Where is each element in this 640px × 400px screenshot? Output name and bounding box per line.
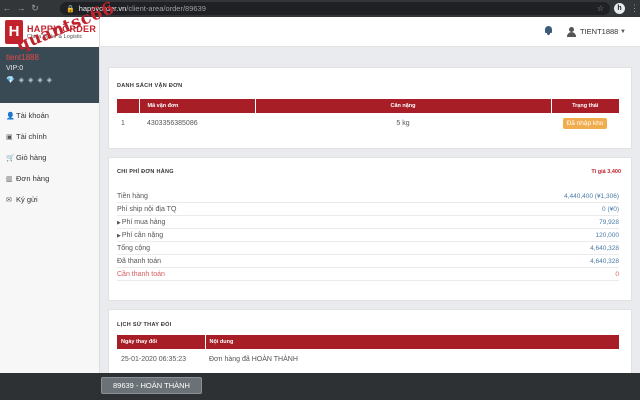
- header-username[interactable]: TIENT1888: [580, 26, 618, 38]
- bottom-status-bar: 89639 - HOÀN THÀNH: [0, 373, 640, 400]
- cost-value: 0: [602, 205, 606, 213]
- table-row: 25-01-2020 06:35:23 Đơn hàng đã HOÀN THÀ…: [117, 349, 619, 369]
- cost-value: 4,640,328: [590, 257, 619, 265]
- history-content: Đơn hàng đã HOÀN THÀNH: [209, 355, 298, 363]
- shipments-table: Mã vận đơn Cân nặng Trạng thái 1 4303356…: [117, 99, 619, 133]
- tracking-code: 4303356385086: [147, 119, 198, 127]
- user-avatar-icon[interactable]: [567, 27, 576, 37]
- caret-down-icon[interactable]: ▼: [620, 26, 626, 38]
- back-icon[interactable]: ←: [0, 0, 14, 17]
- sidebar: H HAPPY ORDER China Order & Logistic qua…: [0, 0, 118, 400]
- weight-value: 5 kg: [396, 119, 410, 127]
- user-icon: 👤: [6, 112, 15, 120]
- row-index: 1: [121, 119, 125, 127]
- url-path: /client-area/order/89639: [126, 4, 206, 13]
- user-panel: tient1888 VIP:0 💎 ◈ ◈ ◈ ◈: [0, 47, 99, 103]
- cost-extra: (¥0): [607, 205, 619, 213]
- cost-label: Tổng cộng: [117, 244, 151, 252]
- shipments-card: Danh sách vận đơn Mã vận đơn Cân nặng Tr…: [108, 67, 632, 149]
- costs-title: Chi phí đơn hàng: [117, 169, 174, 175]
- history-date: 25-01-2020 06:35:23: [121, 355, 186, 363]
- cost-row-domestic-ship: Phí ship nội địa TQ 0 (¥0): [117, 203, 619, 216]
- vip-gems-icon: 💎 ◈ ◈ ◈ ◈: [6, 77, 54, 84]
- brand-logo[interactable]: H HAPPY ORDER China Order & Logistic qua…: [0, 0, 118, 56]
- caret-right-icon: ▶: [117, 232, 121, 239]
- sidebar-item-account[interactable]: 👤 Tài khoản: [0, 105, 99, 126]
- column-header: Mã vận đơn: [139, 99, 256, 113]
- address-bar[interactable]: 🔒 happyorder.vn /client-area/order/89639…: [60, 2, 610, 15]
- cost-row-due: Cần thanh toán 0: [117, 268, 619, 281]
- shipments-title: Danh sách vận đơn: [117, 83, 183, 89]
- sidebar-username[interactable]: tient1888: [6, 53, 93, 62]
- sidebar-item-finance[interactable]: ▣ Tài chính: [0, 126, 99, 147]
- chart-icon: ▥: [6, 175, 13, 183]
- order-status-button[interactable]: 89639 - HOÀN THÀNH: [101, 377, 202, 394]
- sidebar-item-label: Giỏ hàng: [16, 153, 47, 162]
- history-table: Ngày thay đổi Nội dung 25-01-2020 06:35:…: [117, 335, 619, 369]
- sidebar-item-label: Tài khoản: [16, 111, 49, 120]
- cost-extra: (¥1,306): [594, 192, 619, 200]
- sidebar-item-label: Ký gửi: [16, 195, 38, 204]
- costs-card: Chi phí đơn hàng Tỉ giá 3,400 Tiền hàng …: [108, 157, 632, 301]
- sidebar-item-cart[interactable]: 🛒 Giỏ hàng: [0, 147, 99, 168]
- cost-value: 120,000: [595, 231, 620, 239]
- sidebar-item-label: Tài chính: [16, 132, 47, 141]
- sidebar-item-consign[interactable]: ✉ Ký gửi: [0, 189, 99, 210]
- column-header: Nội dung: [205, 335, 619, 349]
- browser-profile-avatar[interactable]: h: [614, 3, 625, 14]
- cost-label: Cần thanh toán: [117, 270, 165, 278]
- cost-row-goods: Tiền hàng 4,440,400 (¥1,306): [117, 190, 619, 203]
- history-card: Lịch sử thay đổi Ngày thay đổi Nội dung …: [108, 309, 632, 379]
- sidebar-item-label: Đơn hàng: [16, 174, 50, 183]
- column-header: Cân nặng: [255, 99, 552, 113]
- history-title: Lịch sử thay đổi: [117, 322, 172, 328]
- cost-row-paid: Đã thanh toán 4,640,328: [117, 255, 619, 268]
- bookmark-star-icon[interactable]: ☆: [597, 2, 604, 15]
- cost-label: Đã thanh toán: [117, 257, 161, 265]
- cart-icon: 🛒: [6, 154, 15, 162]
- lock-icon: 🔒: [66, 5, 75, 13]
- exchange-rate: Tỉ giá 3,400: [591, 169, 621, 175]
- reload-icon[interactable]: ↻: [28, 0, 42, 17]
- browser-menu-icon[interactable]: ⋮: [630, 0, 639, 17]
- cost-value: 4,640,328: [590, 244, 619, 252]
- cost-label: Phí mua hàng: [121, 218, 166, 226]
- bell-icon[interactable]: [544, 26, 553, 36]
- vip-level: VIP:0: [6, 65, 24, 72]
- cost-label: Tiền hàng: [117, 192, 148, 200]
- cost-label: Phí cân nặng: [121, 231, 164, 239]
- cost-row-weight-fee[interactable]: ▶Phí cân nặng 120,000: [117, 229, 619, 242]
- top-header: TIENT1888 ▼: [100, 17, 640, 47]
- sidebar-item-orders[interactable]: ▥ Đơn hàng: [0, 168, 99, 189]
- cost-value: 79,928: [599, 218, 619, 226]
- cost-value: 4,440,400: [564, 192, 593, 200]
- forward-icon[interactable]: →: [14, 0, 28, 17]
- cost-label: Phí ship nội địa TQ: [117, 205, 177, 213]
- cost-row-total: Tổng cộng 4,640,328: [117, 242, 619, 255]
- column-header: [117, 99, 140, 113]
- cost-row-purchase-fee[interactable]: ▶Phí mua hàng 79,928: [117, 216, 619, 229]
- status-badge: Đã nhập kho: [562, 117, 608, 129]
- table-row: 1 4303356385086 5 kg Đã nhập kho: [117, 113, 619, 133]
- column-header: Ngày thay đổi: [117, 335, 206, 349]
- cost-list: Tiền hàng 4,440,400 (¥1,306) Phí ship nộ…: [117, 190, 619, 281]
- caret-right-icon: ▶: [117, 219, 121, 226]
- column-header: Trạng thái: [551, 99, 619, 113]
- cost-value: 0: [615, 270, 619, 278]
- envelope-icon: ✉: [6, 196, 12, 204]
- sidebar-menu: 👤 Tài khoản ▣ Tài chính 🛒 Giỏ hàng ▥ Đơn…: [0, 103, 99, 210]
- money-icon: ▣: [6, 133, 13, 141]
